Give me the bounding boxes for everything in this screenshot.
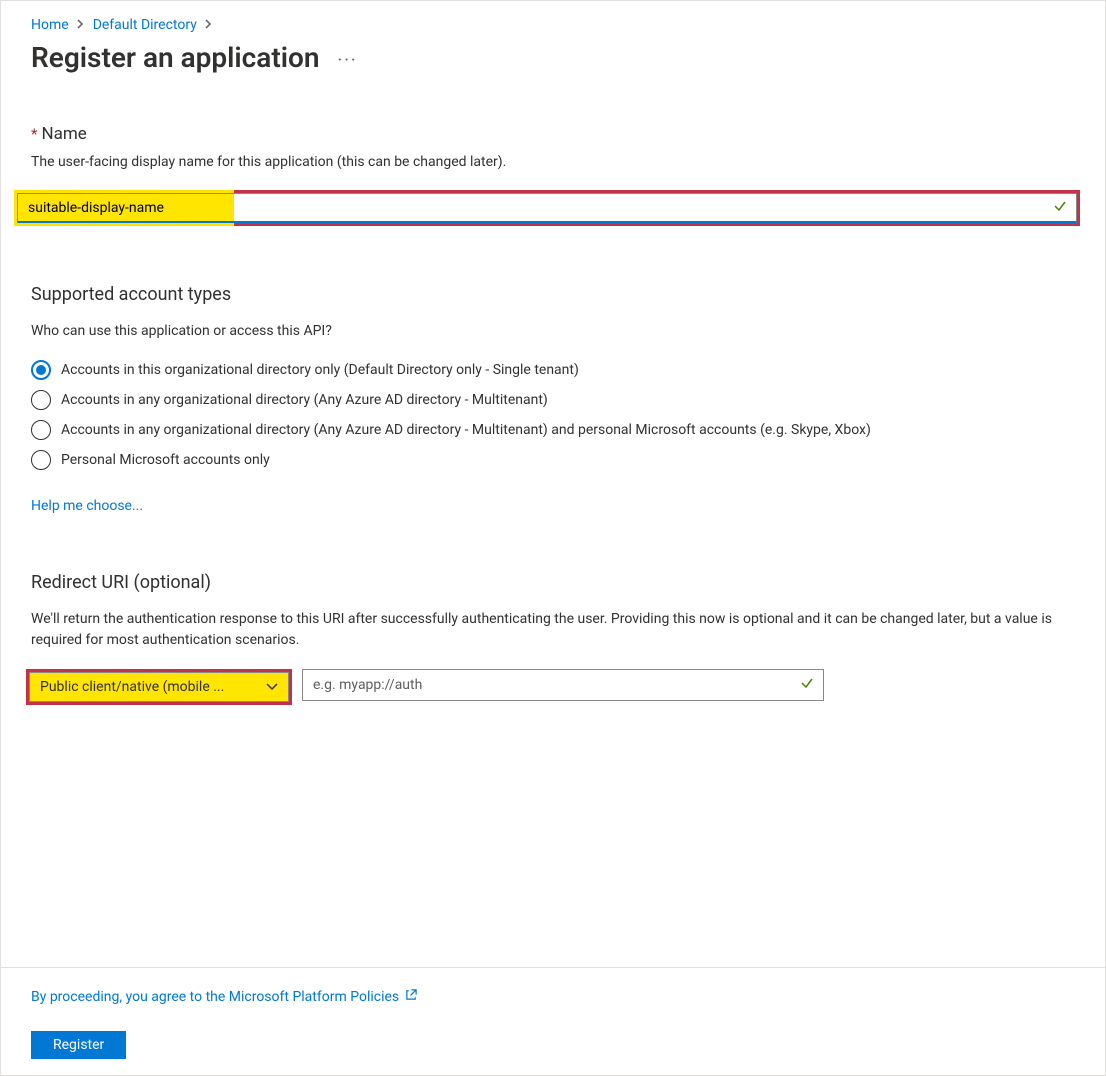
radio-single-tenant[interactable]: Accounts in this organizational director… bbox=[31, 360, 1075, 380]
redirect-uri-input[interactable] bbox=[302, 669, 824, 701]
name-input[interactable] bbox=[17, 193, 1077, 223]
account-types-radio-group: Accounts in this organizational director… bbox=[31, 360, 1075, 470]
help-me-choose-link[interactable]: Help me choose... bbox=[31, 498, 143, 514]
platform-select-value: Public client/native (mobile ... bbox=[40, 679, 224, 695]
radio-label: Accounts in any organizational directory… bbox=[61, 392, 548, 408]
radio-multitenant[interactable]: Accounts in any organizational directory… bbox=[31, 390, 1075, 410]
radio-label: Accounts in any organizational directory… bbox=[61, 422, 871, 438]
agree-text-label: By proceeding, you agree to the Microsof… bbox=[31, 989, 399, 1005]
account-types-question: Who can use this application or access t… bbox=[31, 321, 1075, 342]
external-link-icon bbox=[405, 988, 418, 1005]
name-input-highlight bbox=[14, 190, 1080, 226]
checkmark-icon bbox=[1053, 199, 1067, 217]
radio-label: Personal Microsoft accounts only bbox=[61, 452, 270, 468]
redirect-uri-heading: Redirect URI (optional) bbox=[31, 572, 1075, 593]
name-label: Name bbox=[41, 124, 86, 144]
radio-personal-only[interactable]: Personal Microsoft accounts only bbox=[31, 450, 1075, 470]
redirect-uri-section: Redirect URI (optional) We'll return the… bbox=[31, 572, 1075, 705]
radio-icon bbox=[31, 390, 51, 410]
breadcrumb-directory[interactable]: Default Directory bbox=[93, 17, 197, 33]
chevron-down-icon bbox=[266, 679, 278, 695]
checkmark-icon bbox=[800, 676, 814, 694]
footer: By proceeding, you agree to the Microsof… bbox=[1, 967, 1105, 1075]
page-title: Register an application bbox=[31, 41, 320, 74]
radio-icon bbox=[31, 420, 51, 440]
more-actions-icon[interactable]: ··· bbox=[338, 46, 358, 70]
platform-select[interactable]: Public client/native (mobile ... bbox=[29, 672, 289, 702]
register-button[interactable]: Register bbox=[31, 1031, 126, 1059]
breadcrumb: Home Default Directory bbox=[31, 17, 1075, 33]
radio-icon bbox=[31, 450, 51, 470]
chevron-right-icon bbox=[203, 18, 215, 32]
radio-multitenant-personal[interactable]: Accounts in any organizational directory… bbox=[31, 420, 1075, 440]
platform-policies-link[interactable]: By proceeding, you agree to the Microsof… bbox=[31, 988, 1075, 1005]
required-star-icon: * bbox=[31, 125, 37, 143]
name-section: * Name The user-facing display name for … bbox=[31, 124, 1075, 226]
radio-icon bbox=[31, 360, 51, 380]
redirect-uri-description: We'll return the authentication response… bbox=[31, 609, 1075, 651]
breadcrumb-home[interactable]: Home bbox=[31, 17, 69, 33]
chevron-right-icon bbox=[75, 18, 87, 32]
platform-select-highlight: Public client/native (mobile ... bbox=[26, 669, 292, 705]
name-description: The user-facing display name for this ap… bbox=[31, 154, 1075, 170]
account-types-heading: Supported account types bbox=[31, 284, 1075, 305]
radio-label: Accounts in this organizational director… bbox=[61, 362, 579, 378]
account-types-section: Supported account types Who can use this… bbox=[31, 284, 1075, 514]
